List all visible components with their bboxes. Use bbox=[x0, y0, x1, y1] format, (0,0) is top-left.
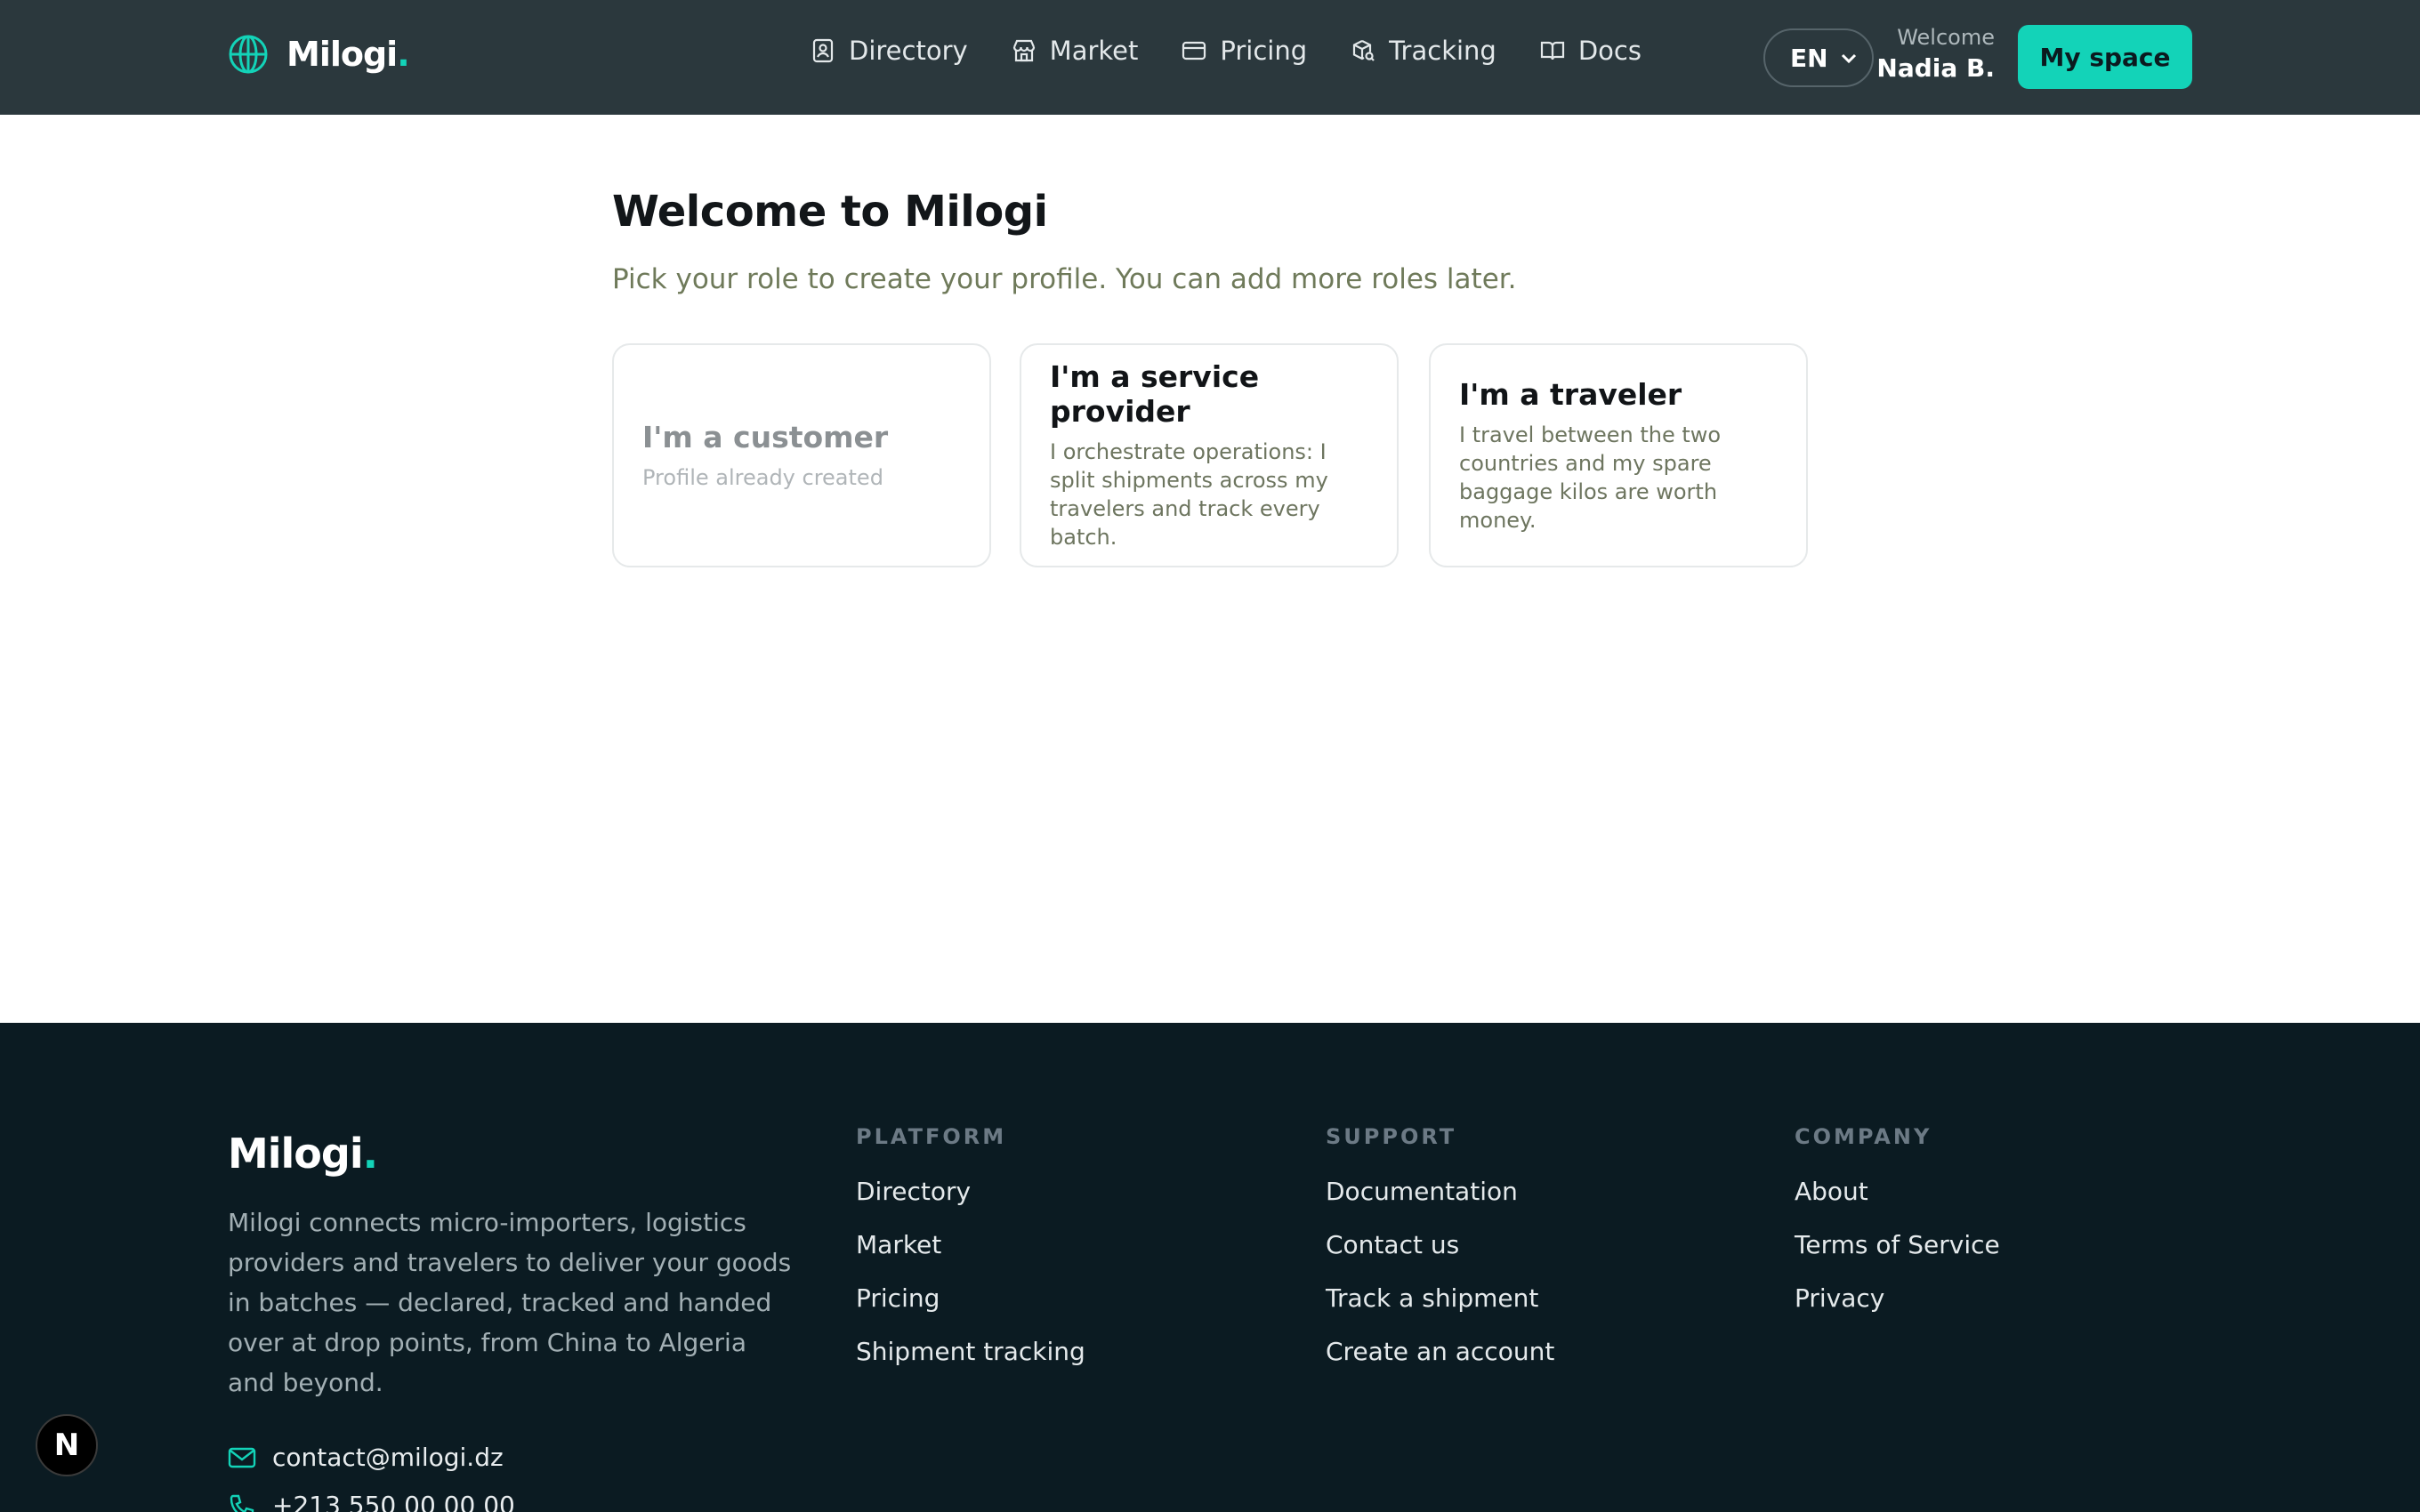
footer-column-support: SUPPORT Documentation Contact us Track a… bbox=[1326, 1124, 1554, 1387]
mail-icon bbox=[228, 1447, 256, 1468]
welcome-label: Welcome bbox=[1897, 25, 1995, 50]
page-title: Welcome to Milogi bbox=[612, 187, 1048, 237]
role-card-title: I'm a service provider bbox=[1050, 359, 1260, 429]
main-nav: Directory Market Pricing Tracking Docs bbox=[810, 36, 1642, 66]
nav-directory[interactable]: Directory bbox=[810, 36, 968, 66]
top-navbar: Milogi. Directory Market Pricing Trackin… bbox=[0, 0, 2420, 115]
logo-link[interactable]: Milogi. bbox=[228, 34, 410, 75]
role-card-title: I'm a traveler bbox=[1459, 376, 1682, 412]
globe-icon bbox=[229, 35, 268, 74]
footer-link-terms[interactable]: Terms of Service bbox=[1795, 1227, 2000, 1281]
footer-logo[interactable]: Milogi. bbox=[228, 1130, 378, 1178]
nav-market-label: Market bbox=[1049, 36, 1139, 66]
nav-tracking[interactable]: Tracking bbox=[1350, 36, 1496, 66]
role-card-service-provider[interactable]: I'm a service provider I orchestrate ope… bbox=[1020, 343, 1399, 567]
credit-card-icon bbox=[1182, 41, 1206, 60]
footer-link-documentation[interactable]: Documentation bbox=[1326, 1174, 1554, 1227]
nav-pricing[interactable]: Pricing bbox=[1181, 36, 1307, 66]
my-space-button[interactable]: My space bbox=[2018, 25, 2192, 89]
role-card-description: Profile already created bbox=[642, 464, 883, 490]
footer-description: Milogi connects micro-importers, logisti… bbox=[228, 1208, 792, 1397]
dev-tools-badge[interactable]: N bbox=[36, 1414, 98, 1476]
footer-column-heading: COMPANY bbox=[1795, 1124, 1932, 1149]
nav-market[interactable]: Market bbox=[1011, 36, 1139, 66]
footer-email[interactable]: contact@milogi.dz bbox=[228, 1443, 504, 1472]
role-card-description: I travel between the two countries and m… bbox=[1459, 422, 1722, 533]
role-card-customer: I'm a customer Profile already created bbox=[612, 343, 991, 567]
site-footer: Milogi. Milogi connects micro-importers,… bbox=[0, 1023, 2420, 1512]
book-open-icon bbox=[1540, 41, 1564, 60]
footer-link-shipment-tracking[interactable]: Shipment tracking bbox=[856, 1334, 1085, 1387]
footer-link-create-account[interactable]: Create an account bbox=[1326, 1334, 1554, 1387]
nav-docs-label: Docs bbox=[1577, 36, 1642, 66]
phone-icon bbox=[230, 1494, 254, 1512]
contact-card-icon bbox=[812, 38, 834, 63]
footer-column-heading: SUPPORT bbox=[1326, 1124, 1457, 1149]
user-name: Nadia B. bbox=[1876, 53, 1995, 83]
package-search-icon bbox=[1353, 40, 1375, 61]
user-greeting: Welcome Nadia B. bbox=[1868, 25, 1995, 83]
footer-link-privacy[interactable]: Privacy bbox=[1795, 1281, 2000, 1334]
footer-link-track-shipment[interactable]: Track a shipment bbox=[1326, 1281, 1554, 1334]
footer-phone-text: +213 550 00 00 00 bbox=[272, 1491, 515, 1512]
footer-email-text: contact@milogi.dz bbox=[272, 1443, 504, 1472]
nav-tracking-label: Tracking bbox=[1389, 36, 1496, 66]
chevron-down-icon bbox=[1841, 53, 1857, 64]
footer-link-contact-us[interactable]: Contact us bbox=[1326, 1227, 1554, 1281]
page-subtitle: Pick your role to create your profile. Y… bbox=[612, 263, 1517, 295]
role-card-traveler[interactable]: I'm a traveler I travel between the two … bbox=[1429, 343, 1808, 567]
footer-column-heading: PLATFORM bbox=[856, 1124, 1007, 1149]
footer-link-about[interactable]: About bbox=[1795, 1174, 2000, 1227]
footer-column-platform: PLATFORM Directory Market Pricing Shipme… bbox=[856, 1124, 1085, 1387]
footer-link-pricing[interactable]: Pricing bbox=[856, 1281, 1085, 1334]
language-select[interactable]: EN bbox=[1763, 28, 1874, 87]
logo-text: Milogi. bbox=[286, 35, 410, 74]
nav-directory-label: Directory bbox=[849, 36, 968, 66]
footer-link-market[interactable]: Market bbox=[856, 1227, 1085, 1281]
footer-link-directory[interactable]: Directory bbox=[856, 1174, 1085, 1227]
footer-column-company: COMPANY About Terms of Service Privacy bbox=[1795, 1124, 2000, 1334]
nav-docs[interactable]: Docs bbox=[1539, 36, 1642, 66]
footer-phone[interactable]: +213 550 00 00 00 bbox=[228, 1491, 515, 1512]
role-card-title: I'm a customer bbox=[642, 419, 889, 454]
nav-pricing-label: Pricing bbox=[1220, 36, 1308, 66]
role-card-description: I orchestrate operations: I split shipme… bbox=[1050, 439, 1328, 550]
store-icon bbox=[1012, 39, 1035, 62]
language-value: EN bbox=[1790, 43, 1828, 73]
